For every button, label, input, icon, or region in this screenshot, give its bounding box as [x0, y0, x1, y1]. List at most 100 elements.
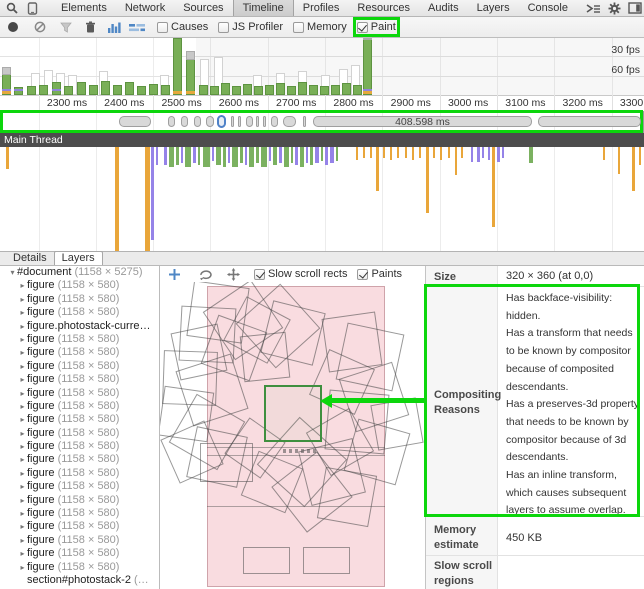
tree-disclosure-icon[interactable]: ▸ — [18, 467, 27, 480]
layer-tree-item[interactable]: ▸figure (1158 × 580) — [0, 494, 159, 507]
layer-tree-item[interactable]: ▸figure (1158 × 580) — [0, 547, 159, 560]
main-thread-event[interactable] — [529, 147, 533, 163]
tree-disclosure-icon[interactable]: ▸ — [18, 427, 27, 440]
main-thread-event[interactable] — [618, 147, 620, 174]
tab-console[interactable]: Console — [519, 0, 577, 16]
frame-pill[interactable] — [119, 116, 151, 127]
main-thread-event[interactable] — [198, 147, 200, 165]
tab-elements[interactable]: Elements — [52, 0, 116, 16]
frame-pill[interactable] — [256, 116, 259, 127]
frame-bar[interactable] — [27, 86, 36, 95]
main-thread-event[interactable] — [383, 147, 385, 158]
main-thread-event[interactable] — [284, 147, 289, 167]
tree-disclosure-icon[interactable]: ▸ — [18, 346, 27, 359]
main-thread-event[interactable] — [390, 147, 392, 160]
main-thread-event[interactable] — [356, 147, 358, 160]
tree-disclosure-icon[interactable]: ▸ — [18, 400, 27, 413]
frame-pill[interactable] — [231, 116, 234, 127]
main-thread-event[interactable] — [145, 147, 150, 252]
tree-disclosure-icon[interactable]: ▸ — [18, 413, 27, 426]
main-thread-event[interactable] — [291, 147, 293, 163]
main-thread-event[interactable] — [488, 147, 490, 160]
main-thread-event[interactable] — [433, 147, 435, 158]
main-thread-event[interactable] — [185, 147, 191, 167]
tree-disclosure-icon[interactable]: ▸ — [18, 320, 27, 333]
paint-checkbox-box[interactable] — [357, 22, 368, 33]
main-thread-event[interactable] — [115, 147, 119, 252]
js-profiler-checkbox[interactable]: JS Profiler — [218, 21, 283, 33]
tab-audits[interactable]: Audits — [419, 0, 468, 16]
tree-disclosure-icon[interactable]: ▸ — [18, 333, 27, 346]
frame-bar[interactable] — [161, 85, 170, 95]
frame-bar[interactable] — [173, 38, 182, 95]
paints-checkbox-box[interactable] — [357, 269, 368, 280]
js-profiler-checkbox-box[interactable] — [218, 22, 229, 33]
main-thread-event[interactable] — [232, 147, 238, 167]
main-thread-event[interactable] — [295, 147, 298, 165]
main-thread-event[interactable] — [249, 147, 254, 167]
main-thread-event[interactable] — [212, 147, 214, 161]
tree-disclosure-icon[interactable]: ▸ — [18, 373, 27, 386]
layer-tree-item[interactable]: ▸figure (1158 × 580) — [0, 520, 159, 533]
main-thread-event[interactable] — [240, 147, 243, 163]
clear-icon[interactable] — [34, 19, 46, 35]
memory-checkbox-box[interactable] — [293, 22, 304, 33]
layer-tree-item[interactable]: ▸figure (1158 × 580) — [0, 279, 159, 292]
search-icon[interactable] — [4, 1, 20, 16]
main-thread-event[interactable] — [363, 147, 365, 158]
frame-pill[interactable] — [206, 116, 214, 127]
trash-icon[interactable] — [85, 19, 96, 35]
tab-details[interactable]: Details — [6, 252, 54, 265]
frame-pill[interactable] — [263, 116, 266, 127]
main-thread-event[interactable] — [151, 147, 154, 240]
main-thread-event[interactable] — [412, 147, 414, 160]
frame-bar[interactable] — [149, 84, 158, 95]
paint-checkbox[interactable]: Paint — [357, 21, 396, 33]
frame-bar[interactable] — [77, 82, 86, 95]
frame-bar[interactable] — [353, 85, 362, 95]
frame-bar[interactable] — [331, 85, 340, 95]
tree-disclosure-icon[interactable]: ▸ — [18, 453, 27, 466]
frame-bar[interactable] — [221, 83, 230, 95]
main-thread-event[interactable] — [203, 147, 210, 167]
main-thread-event[interactable] — [492, 147, 495, 227]
frame-bar[interactable] — [342, 83, 351, 95]
tree-disclosure-icon[interactable]: ▾ — [8, 266, 17, 279]
layer-tree-item[interactable]: ▸figure (1158 × 580) — [0, 413, 159, 426]
frame-pill[interactable] — [168, 116, 175, 127]
main-thread-event[interactable] — [603, 147, 605, 160]
layer-tree-item[interactable]: ▸figure (1158 × 580) — [0, 346, 159, 359]
tab-layers[interactable]: Layers — [54, 251, 103, 265]
main-thread-event[interactable] — [440, 147, 442, 160]
frames-mode-icon[interactable] — [129, 19, 145, 35]
frame-bar[interactable] — [232, 86, 241, 95]
frame-bar[interactable] — [199, 85, 208, 95]
main-thread-event[interactable] — [269, 147, 271, 161]
tree-disclosure-icon[interactable]: ▸ — [18, 547, 27, 560]
main-thread-event[interactable] — [336, 147, 338, 161]
main-thread-event[interactable] — [216, 147, 221, 165]
memory-checkbox[interactable]: Memory — [293, 21, 347, 33]
main-thread-event[interactable] — [471, 147, 473, 162]
layers-3d-view[interactable] — [160, 282, 426, 589]
causes-checkbox-box[interactable] — [157, 22, 168, 33]
main-thread-event[interactable] — [448, 147, 450, 158]
main-thread-event[interactable] — [256, 147, 259, 163]
frame-pill[interactable] — [283, 116, 296, 127]
tree-disclosure-icon[interactable]: ▸ — [18, 507, 27, 520]
main-thread-event[interactable] — [156, 147, 158, 165]
main-thread-event[interactable] — [261, 147, 267, 167]
layer-tree-item[interactable]: section#photostack-2 (… — [0, 574, 159, 587]
console-drawer-icon[interactable] — [585, 3, 601, 14]
main-thread-event[interactable] — [169, 147, 174, 167]
frame-bar[interactable] — [363, 38, 372, 95]
tree-disclosure-icon[interactable]: ▸ — [18, 561, 27, 574]
causes-checkbox[interactable]: Causes — [157, 21, 208, 33]
main-thread-event[interactable] — [419, 147, 421, 158]
frame-pill[interactable] — [246, 116, 253, 127]
tree-disclosure-icon[interactable]: ▸ — [18, 534, 27, 547]
tab-profiles[interactable]: Profiles — [294, 0, 349, 16]
frame-bar[interactable] — [243, 84, 252, 95]
move-tool-icon[interactable] — [227, 268, 240, 281]
frame-bar[interactable] — [309, 85, 318, 95]
